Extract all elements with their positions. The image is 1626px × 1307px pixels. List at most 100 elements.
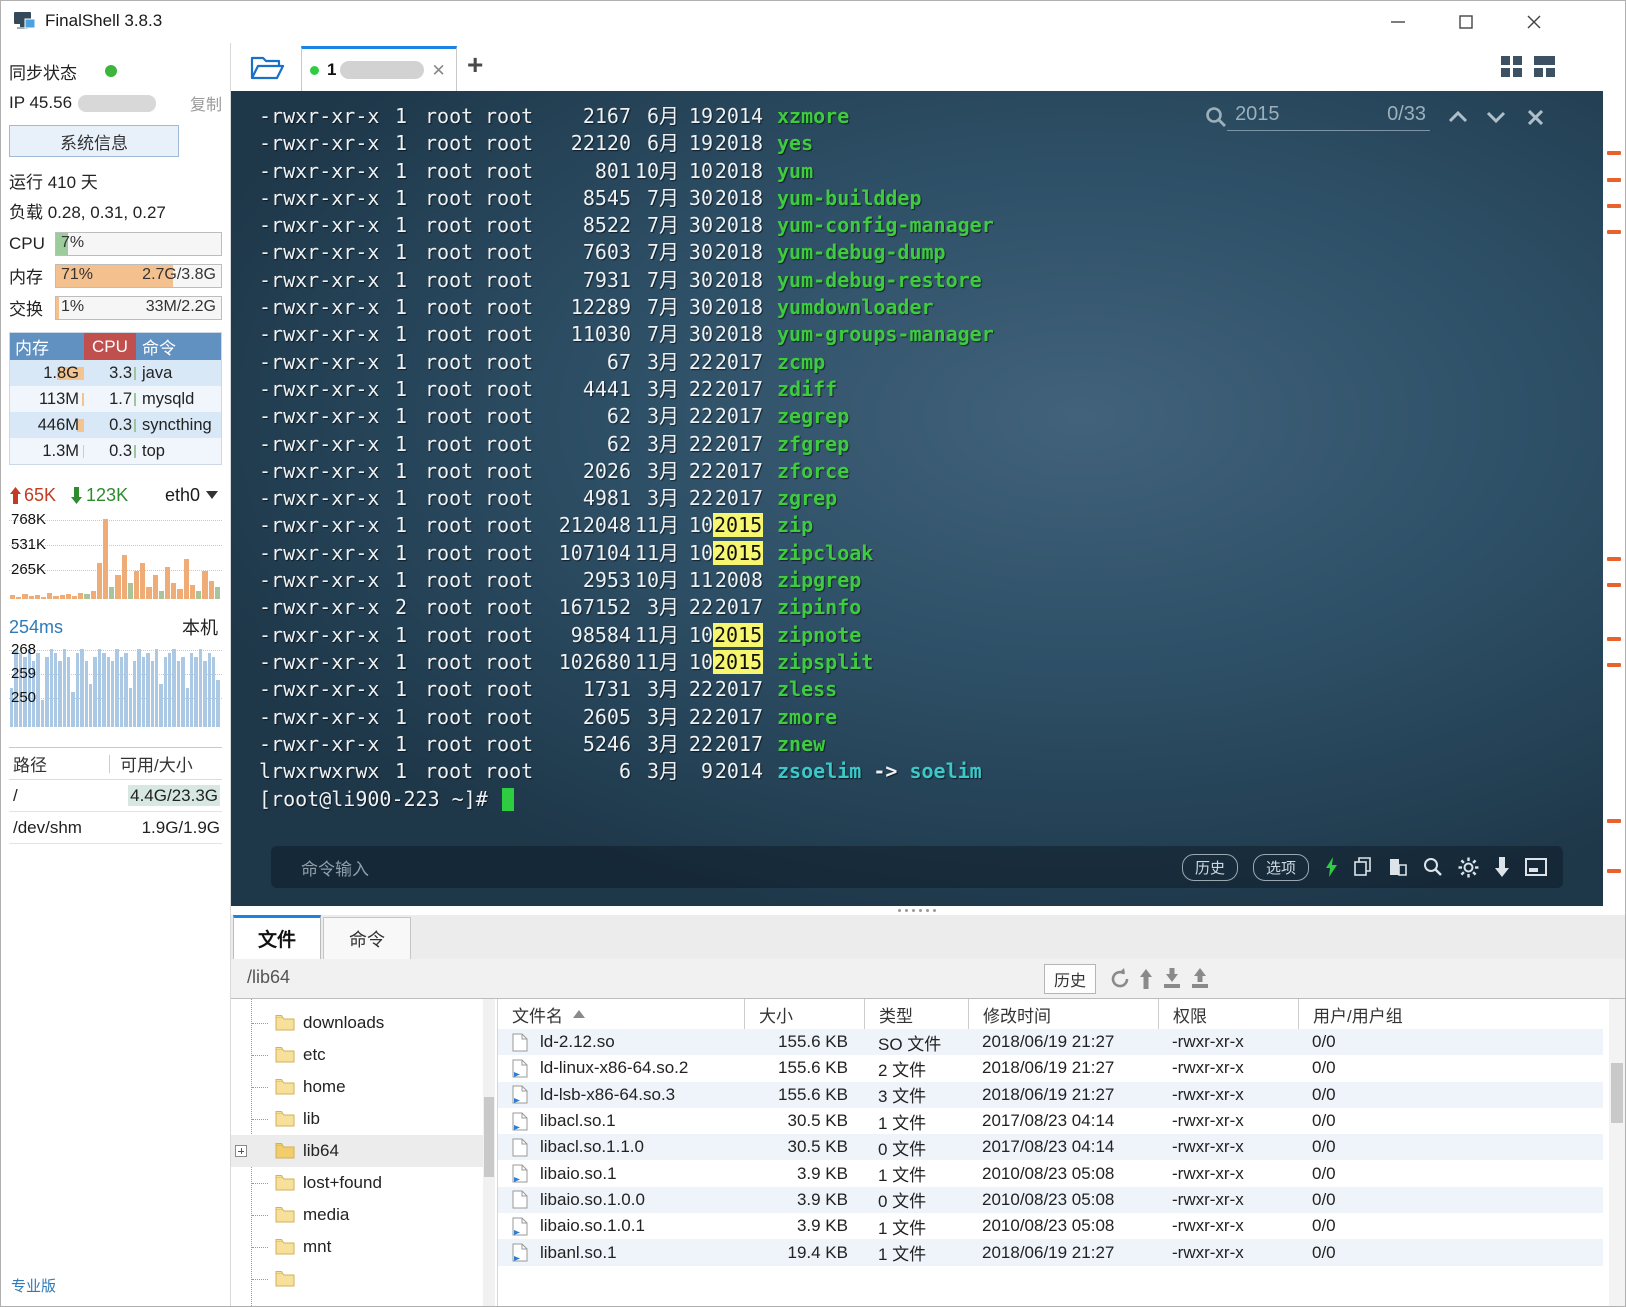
search-match-marker[interactable] (1607, 869, 1621, 873)
chart-bar (168, 653, 171, 727)
interface-selector[interactable]: eth0 (165, 485, 218, 506)
tab-files[interactable]: 文件 (233, 915, 321, 959)
search-match-marker[interactable] (1607, 151, 1621, 155)
file-row[interactable]: libaio.so.13.9 KB1 文件2010/08/23 05:08-rw… (498, 1160, 1603, 1186)
search-match-marker[interactable] (1607, 583, 1621, 587)
file-permissions: -rwxr-xr-x (259, 431, 391, 458)
close-button[interactable] (1500, 1, 1568, 43)
search-close-button[interactable] (1528, 110, 1543, 125)
file-mtime-cell: 2018/06/19 21:27 (968, 1243, 1158, 1263)
panel-splitter-handle[interactable] (231, 906, 1603, 915)
maximize-button[interactable] (1432, 1, 1500, 43)
file-row[interactable]: libanl.so.119.4 KB1 文件2018/06/19 21:27-r… (498, 1239, 1603, 1265)
process-row[interactable]: 1.8G3.3java (10, 360, 221, 386)
copy-icon[interactable] (1353, 857, 1373, 877)
file-size-cell: 155.6 KB (744, 1032, 864, 1052)
list-layout-icon[interactable] (1534, 56, 1555, 77)
file-row[interactable]: ld-linux-x86-64.so.2155.6 KB2 文件2018/06/… (498, 1055, 1603, 1081)
process-row[interactable]: 446M0.3syncthing (10, 412, 221, 438)
file-table-column-header[interactable]: 文件名 (498, 999, 744, 1029)
upload-button[interactable] (1189, 967, 1211, 991)
tree-item-downloads[interactable]: downloads (231, 1007, 483, 1039)
search-input[interactable]: 2015 (1235, 103, 1387, 126)
file-row[interactable]: libacl.so.1.1.030.5 KB0 文件2017/08/23 04:… (498, 1134, 1603, 1160)
terminal[interactable]: -rwxr-xr-x1rootroot21676月192014xzmore-rw… (231, 91, 1603, 906)
settings-gear-icon[interactable] (1458, 857, 1479, 878)
file-table-column-header[interactable]: 权限 (1158, 999, 1298, 1029)
copy-ip-button[interactable]: 复制 (190, 91, 222, 115)
search-match-marker[interactable] (1607, 557, 1621, 561)
tree-item-mnt[interactable]: mnt (231, 1231, 483, 1263)
directory-tree: downloadsetchomeliblib64lost+foundmediam… (231, 999, 483, 1306)
tree-expander-icon[interactable] (235, 1145, 247, 1157)
search-prev-button[interactable] (1448, 111, 1468, 123)
tree-scrollbar-thumb[interactable] (484, 1097, 494, 1177)
tree-item-lost+found[interactable]: lost+found (231, 1167, 483, 1199)
path-history-button[interactable]: 历史 (1044, 964, 1096, 994)
memory-value: 1.8G (43, 364, 79, 382)
file-perm-cell: -rwxr-xr-x (1158, 1058, 1298, 1078)
terminal-scroll-markers[interactable] (1603, 91, 1626, 906)
search-match-marker[interactable] (1607, 204, 1621, 208)
new-tab-button[interactable]: + (467, 49, 483, 81)
ip-label: IP 45.56 (9, 93, 72, 113)
command-input[interactable]: 命令输入 (301, 855, 369, 880)
file-name: xzmore (777, 103, 849, 130)
download-button[interactable] (1161, 967, 1183, 991)
scroll-down-icon[interactable] (1494, 857, 1510, 877)
tree-item-home[interactable]: home (231, 1071, 483, 1103)
file-row[interactable]: libacl.so.130.5 KB1 文件2017/08/23 04:14-r… (498, 1108, 1603, 1134)
search-next-button[interactable] (1486, 111, 1506, 123)
file-table-scrollbar[interactable] (1609, 999, 1625, 1306)
session-tab[interactable]: 1 ✕ (301, 46, 457, 91)
file-row[interactable]: ld-2.12.so155.6 KBSO 文件2018/06/19 21:27-… (498, 1029, 1603, 1055)
tree-item-lib64[interactable]: lib64 (231, 1135, 483, 1167)
meter-bar: 71%2.7G/3.8G (55, 264, 222, 288)
tree-item-media[interactable]: media (231, 1199, 483, 1231)
terminal-line: -rwxr-xr-x1rootroot17313月222017zless (259, 676, 1593, 703)
tree-item[interactable] (231, 1263, 483, 1295)
grid-layout-icon[interactable] (1501, 56, 1522, 77)
file-row[interactable]: libaio.so.1.0.03.9 KB0 文件2010/08/23 05:0… (498, 1187, 1603, 1213)
file-table-column-header[interactable]: 类型 (864, 999, 968, 1029)
open-connections-button[interactable] (245, 51, 289, 85)
current-path[interactable]: /lib64 (247, 967, 290, 988)
fullscreen-icon[interactable] (1525, 858, 1547, 876)
minimize-button[interactable] (1364, 1, 1432, 43)
tree-scrollbar[interactable] (483, 999, 495, 1306)
path-toolbar: /lib64 历史 (231, 959, 1625, 999)
tree-item-lib[interactable]: lib (231, 1103, 483, 1135)
file-row[interactable]: libaio.so.1.0.13.9 KB1 文件2010/08/23 05:0… (498, 1213, 1603, 1239)
chart-bar (129, 688, 132, 727)
tree-item-etc[interactable]: etc (231, 1039, 483, 1071)
search-match-marker[interactable] (1607, 178, 1621, 182)
search-match-marker[interactable] (1607, 819, 1621, 823)
file-permissions: -rwxr-xr-x (259, 676, 391, 703)
system-info-button[interactable]: 系统信息 (9, 125, 179, 157)
parent-directory-button[interactable] (1139, 967, 1153, 991)
tab-commands[interactable]: 命令 (323, 917, 411, 959)
history-button[interactable]: 历史 (1182, 854, 1238, 881)
file-table-column-header[interactable]: 修改时间 (968, 999, 1158, 1029)
process-col-cpu[interactable]: CPU (84, 333, 136, 360)
find-icon[interactable] (1423, 857, 1443, 877)
search-match-marker[interactable] (1607, 230, 1621, 234)
options-button[interactable]: 选项 (1253, 854, 1309, 881)
process-row[interactable]: 113M1.7mysqld (10, 386, 221, 412)
refresh-button[interactable] (1109, 967, 1131, 991)
process-row[interactable]: 1.3M0.3top (10, 438, 221, 464)
process-col-command[interactable]: 命令 (136, 333, 221, 360)
search-match-marker[interactable] (1607, 663, 1621, 667)
process-col-memory[interactable]: 内存 (10, 333, 84, 360)
file-group: root (485, 403, 535, 430)
file-row[interactable]: ld-lsb-x86-64.so.3155.6 KB3 文件2018/06/19… (498, 1082, 1603, 1108)
file-permissions: -rwxr-xr-x (259, 403, 391, 430)
symlink-file-icon (512, 1085, 532, 1104)
file-table-column-header[interactable]: 大小 (744, 999, 864, 1029)
search-match-marker[interactable] (1607, 637, 1621, 641)
file-group: root (485, 567, 535, 594)
file-table-column-header[interactable]: 用户/用户组 (1298, 999, 1603, 1029)
tab-close-icon[interactable]: ✕ (431, 62, 445, 79)
file-table-scrollbar-thumb[interactable] (1611, 1063, 1623, 1123)
paste-icon[interactable] (1388, 857, 1408, 877)
